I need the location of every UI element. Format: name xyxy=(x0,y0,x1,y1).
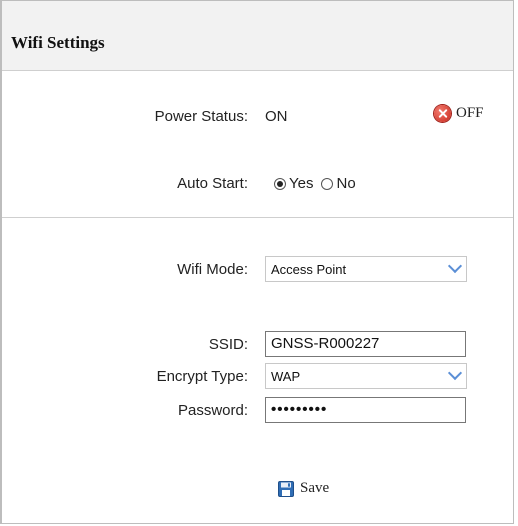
encrypt-type-label: Encrypt Type: xyxy=(156,368,248,385)
power-status-label: Power Status: xyxy=(154,108,248,125)
password-input[interactable]: ••••••••• xyxy=(265,397,466,423)
wifi-mode-label: Wifi Mode: xyxy=(177,261,248,278)
chevron-down-icon xyxy=(447,365,463,381)
auto-start-radio-group: Yes No xyxy=(274,175,364,192)
password-label: Password: xyxy=(177,402,248,419)
floppy-disk-icon xyxy=(278,480,294,497)
encrypt-type-value: WAP xyxy=(271,369,301,384)
save-button[interactable]: Save xyxy=(278,480,329,497)
chevron-down-icon xyxy=(447,258,463,274)
auto-start-no-label[interactable]: No xyxy=(336,175,355,192)
wifi-mode-select[interactable]: Access Point xyxy=(265,256,467,282)
encrypt-type-select[interactable]: WAP xyxy=(265,363,467,389)
ssid-label: SSID: xyxy=(208,336,248,353)
auto-start-label: Auto Start: xyxy=(177,175,248,192)
wifi-settings-panel: Wifi Settings Power Status: ON OFF Auto … xyxy=(0,0,514,524)
ssid-input[interactable]: GNSS-R000227 xyxy=(265,331,466,357)
power-off-button[interactable]: OFF xyxy=(434,105,484,122)
auto-start-yes-label[interactable]: Yes xyxy=(289,175,313,192)
save-label: Save xyxy=(300,480,330,496)
panel-header: Wifi Settings xyxy=(2,1,513,71)
section-divider xyxy=(2,217,513,218)
auto-start-yes-radio[interactable] xyxy=(274,177,286,190)
power-status-value: ON xyxy=(265,108,288,125)
wifi-mode-value: Access Point xyxy=(271,262,347,277)
power-off-label: OFF xyxy=(456,105,484,121)
auto-start-no-radio[interactable] xyxy=(321,177,334,190)
page-title: Wifi Settings xyxy=(11,33,105,52)
close-circle-icon xyxy=(434,105,451,122)
